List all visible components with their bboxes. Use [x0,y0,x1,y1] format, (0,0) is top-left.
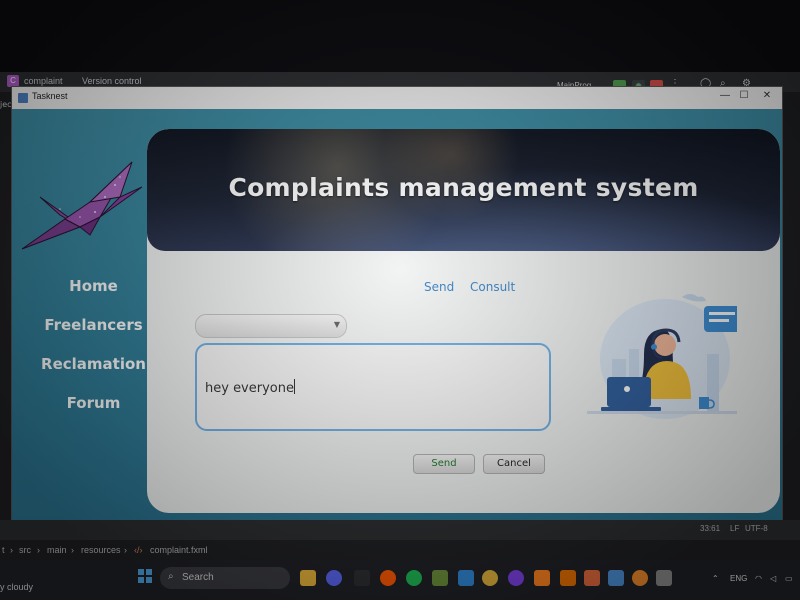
project-badge[interactable]: C [7,75,19,87]
xampp-icon[interactable] [584,570,600,586]
search-icon: ⌕ [168,571,174,582]
discord-icon[interactable] [326,570,342,586]
app-icon [18,93,28,103]
notepad-icon[interactable] [608,570,624,586]
maximize-button[interactable]: ☐ [736,90,752,101]
intellij-icon[interactable] [534,570,550,586]
nav-freelancers[interactable]: Freelancers [26,316,161,334]
ide-project-panel-label: jec [0,100,12,109]
app-window: Tasknest — ☐ ✕ Home Freelancers Reclamat… [12,87,782,529]
chevron-right-icon: › [71,545,74,555]
complaint-type-select[interactable]: ▼ [195,314,347,338]
line-separator[interactable]: LF [730,524,739,533]
tab-send[interactable]: Send [424,280,454,294]
breadcrumb-item[interactable]: main [47,545,67,555]
main-card: Complaints management system Send Consul… [147,129,780,513]
nav-forum[interactable]: Forum [26,394,161,412]
spotify-icon[interactable] [406,570,422,586]
app-icon[interactable] [656,570,672,586]
chevron-right-icon: › [37,545,40,555]
minecraft-icon[interactable] [432,570,448,586]
origami-crane-icon [21,161,143,250]
breadcrumb-item[interactable]: resources [81,545,121,555]
ide-status-bar: 33:61 LF UTF-8 [0,520,800,540]
close-button[interactable]: ✕ [759,90,775,101]
chevron-right-icon: › [124,545,127,555]
send-button[interactable]: Send [413,454,475,474]
weather-widget[interactable]: y cloudy [0,582,33,592]
file-encoding[interactable]: UTF-8 [745,524,768,533]
file-explorer-icon[interactable] [300,570,316,586]
tab-consult[interactable]: Consult [470,280,515,294]
nav-reclamation[interactable]: Reclamation [26,355,161,373]
nav-home[interactable]: Home [26,277,161,295]
breadcrumb-item[interactable]: t [2,545,5,555]
project-name[interactable]: complaint [24,76,63,86]
taskbar-search-label: Search [182,572,214,583]
language-indicator[interactable]: ENG [730,574,747,583]
cursor-position[interactable]: 33:61 [700,524,720,533]
breadcrumb-item[interactable]: src [19,545,31,555]
window-title: Tasknest [32,91,68,101]
message-text: hey everyone [205,381,294,396]
cancel-button[interactable]: Cancel [483,454,545,474]
volume-icon[interactable]: ◁ [770,574,776,583]
os-taskbar: y cloudy ⌕ Search ⌃ ENG ◠ ◁ ▭ [0,560,800,600]
message-textarea[interactable]: hey everyone [195,343,551,431]
chevron-down-icon[interactable]: ▼ [334,320,340,329]
support-agent-illustration [587,294,737,419]
app-icon[interactable] [354,570,370,586]
vscode-icon[interactable] [458,570,474,586]
java-icon[interactable] [560,570,576,586]
xml-file-icon: ‹/› [134,545,143,555]
app-body: Home Freelancers Reclamation Forum Compl… [12,109,782,529]
chrome-icon[interactable] [482,570,498,586]
vcs-menu[interactable]: Version control [82,76,142,86]
browser-icon[interactable] [508,570,524,586]
breadcrumb: t › src › main › resources › ‹/› complai… [0,543,800,559]
header-banner: Complaints management system [147,129,780,251]
windows-start-icon[interactable] [138,569,152,583]
wifi-icon[interactable]: ◠ [755,574,762,583]
chevron-right-icon: › [10,545,13,555]
text-caret [293,379,295,394]
page-title: Complaints management system [228,173,699,202]
app-icon[interactable] [632,570,648,586]
window-titlebar[interactable]: Tasknest — ☐ ✕ [12,87,782,109]
battery-icon[interactable]: ▭ [785,574,793,583]
chevron-up-icon[interactable]: ⌃ [712,574,719,583]
minimize-button[interactable]: — [717,90,733,101]
reddit-icon[interactable] [380,570,396,586]
breadcrumb-item[interactable]: complaint.fxml [150,545,208,555]
taskbar-search[interactable]: ⌕ Search [160,567,290,589]
